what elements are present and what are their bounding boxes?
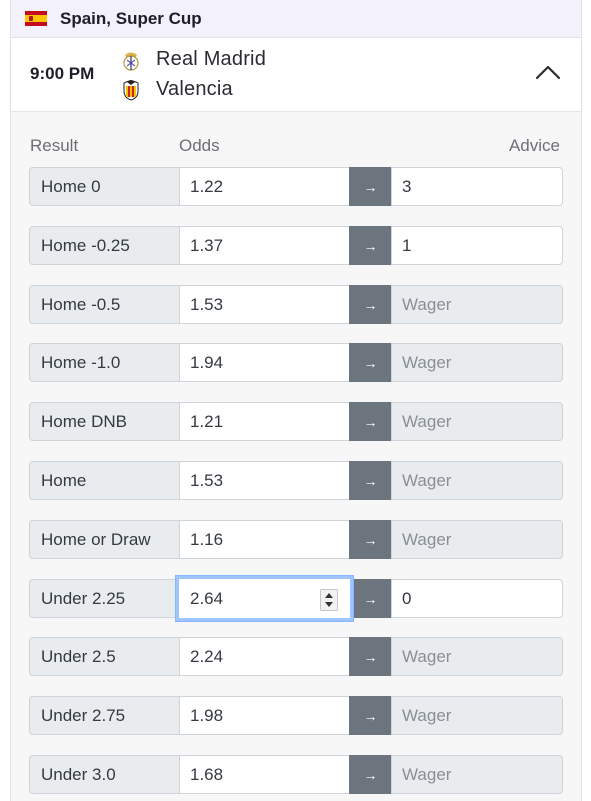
odds-input[interactable]: 1.53	[179, 461, 350, 500]
result-label: Under 2.25	[29, 579, 179, 618]
odds-row: Home -0.25 1.37 → 1	[29, 226, 563, 265]
number-spinner-icon[interactable]	[320, 589, 338, 611]
match-card[interactable]: 9:00 PM Real Madrid Valencia	[10, 38, 582, 112]
away-team: Valencia	[122, 78, 233, 101]
arrow-right-icon[interactable]: →	[349, 696, 392, 735]
odds-value: 1.37	[190, 235, 224, 255]
odds-value: 2.24	[190, 646, 224, 666]
advice-input[interactable]: Wager	[391, 285, 563, 324]
odds-value: 1.53	[190, 470, 224, 490]
odds-input[interactable]: 1.37	[179, 226, 350, 265]
result-label: Home DNB	[29, 402, 179, 441]
odds-value: 1.21	[190, 411, 224, 431]
odds-input[interactable]: 1.98	[179, 696, 350, 735]
arrow-right-icon[interactable]: →	[349, 755, 392, 794]
advice-column-header: Advice	[508, 136, 560, 155]
advice-input[interactable]: Wager	[391, 461, 563, 500]
advice-input[interactable]: 1	[391, 226, 563, 265]
odds-value: 1.53	[190, 294, 224, 314]
arrow-right-icon[interactable]: →	[349, 520, 392, 559]
odds-value: 1.16	[190, 529, 224, 549]
odds-value: 1.98	[190, 705, 224, 725]
advice-input[interactable]: Wager	[391, 343, 563, 382]
advice-input[interactable]: Wager	[391, 637, 563, 676]
result-column-header: Result	[30, 136, 79, 155]
odds-value: 1.94	[190, 352, 224, 372]
advice-input[interactable]: Wager	[391, 402, 563, 441]
chevron-up-icon[interactable]	[533, 60, 563, 86]
odds-row: Home 1.53 → Wager	[29, 461, 563, 500]
odds-input[interactable]: 1.94	[179, 343, 350, 382]
odds-input[interactable]: 1.53	[179, 285, 350, 324]
odds-input[interactable]: 2.24	[179, 637, 350, 676]
odds-row: Under 2.5 2.24 → Wager	[29, 637, 563, 676]
odds-row: Under 2.75 1.98 → Wager	[29, 696, 563, 735]
result-label: Home -0.25	[29, 226, 179, 265]
odds-row: Home DNB 1.21 → Wager	[29, 402, 563, 441]
arrow-right-icon[interactable]: →	[349, 402, 392, 441]
odds-row: Home -0.5 1.53 → Wager	[29, 285, 563, 324]
advice-input[interactable]: 0	[391, 579, 563, 618]
home-team: Real Madrid	[122, 48, 266, 71]
result-label: Home -1.0	[29, 343, 179, 382]
valencia-crest-icon	[122, 79, 140, 101]
odds-row: Home 0 1.22 → 3	[29, 167, 563, 206]
odds-row: Home or Draw 1.16 → Wager	[29, 520, 563, 559]
odds-input[interactable]: 1.21	[179, 402, 350, 441]
arrow-right-icon[interactable]: →	[349, 343, 392, 382]
result-label: Under 2.5	[29, 637, 179, 676]
advice-input[interactable]: Wager	[391, 696, 563, 735]
advice-input[interactable]: Wager	[391, 755, 563, 794]
spain-flag-icon	[25, 11, 47, 26]
home-team-name: Real Madrid	[156, 48, 267, 70]
odds-row: Under 2.25 2.64 → 0	[29, 576, 563, 621]
odds-row: Home -1.0 1.94 → Wager	[29, 343, 563, 382]
result-label: Home -0.5	[29, 285, 179, 324]
result-label: Home	[29, 461, 179, 500]
advice-input[interactable]: 3	[391, 167, 563, 206]
odds-value: 1.22	[190, 176, 224, 196]
odds-input[interactable]: 1.16	[179, 520, 350, 559]
match-time: 9:00 PM	[30, 64, 95, 83]
league-header[interactable]: Spain, Super Cup	[10, 0, 582, 38]
advice-input[interactable]: Wager	[391, 520, 563, 559]
away-team-name: Valencia	[156, 78, 233, 100]
league-name: Spain, Super Cup	[60, 8, 202, 28]
odds-value: 1.68	[190, 764, 224, 784]
real-madrid-crest-icon	[122, 49, 140, 71]
arrow-right-icon[interactable]: →	[349, 637, 392, 676]
arrow-right-icon[interactable]: →	[349, 226, 392, 265]
result-label: Under 2.75	[29, 696, 179, 735]
odds-row: Under 3.0 1.68 → Wager	[29, 755, 563, 794]
odds-input[interactable]: 1.22	[179, 167, 350, 206]
result-label: Home 0	[29, 167, 179, 206]
result-label: Home or Draw	[29, 520, 179, 559]
odds-value: 2.64	[190, 588, 224, 608]
odds-input[interactable]: 2.64	[176, 576, 353, 621]
odds-column-header: Odds	[179, 136, 220, 155]
arrow-right-icon[interactable]: →	[349, 167, 392, 206]
arrow-right-icon[interactable]: →	[349, 579, 392, 618]
result-label: Under 3.0	[29, 755, 179, 794]
arrow-right-icon[interactable]: →	[349, 285, 392, 324]
arrow-right-icon[interactable]: →	[349, 461, 392, 500]
odds-input[interactable]: 1.68	[179, 755, 350, 794]
